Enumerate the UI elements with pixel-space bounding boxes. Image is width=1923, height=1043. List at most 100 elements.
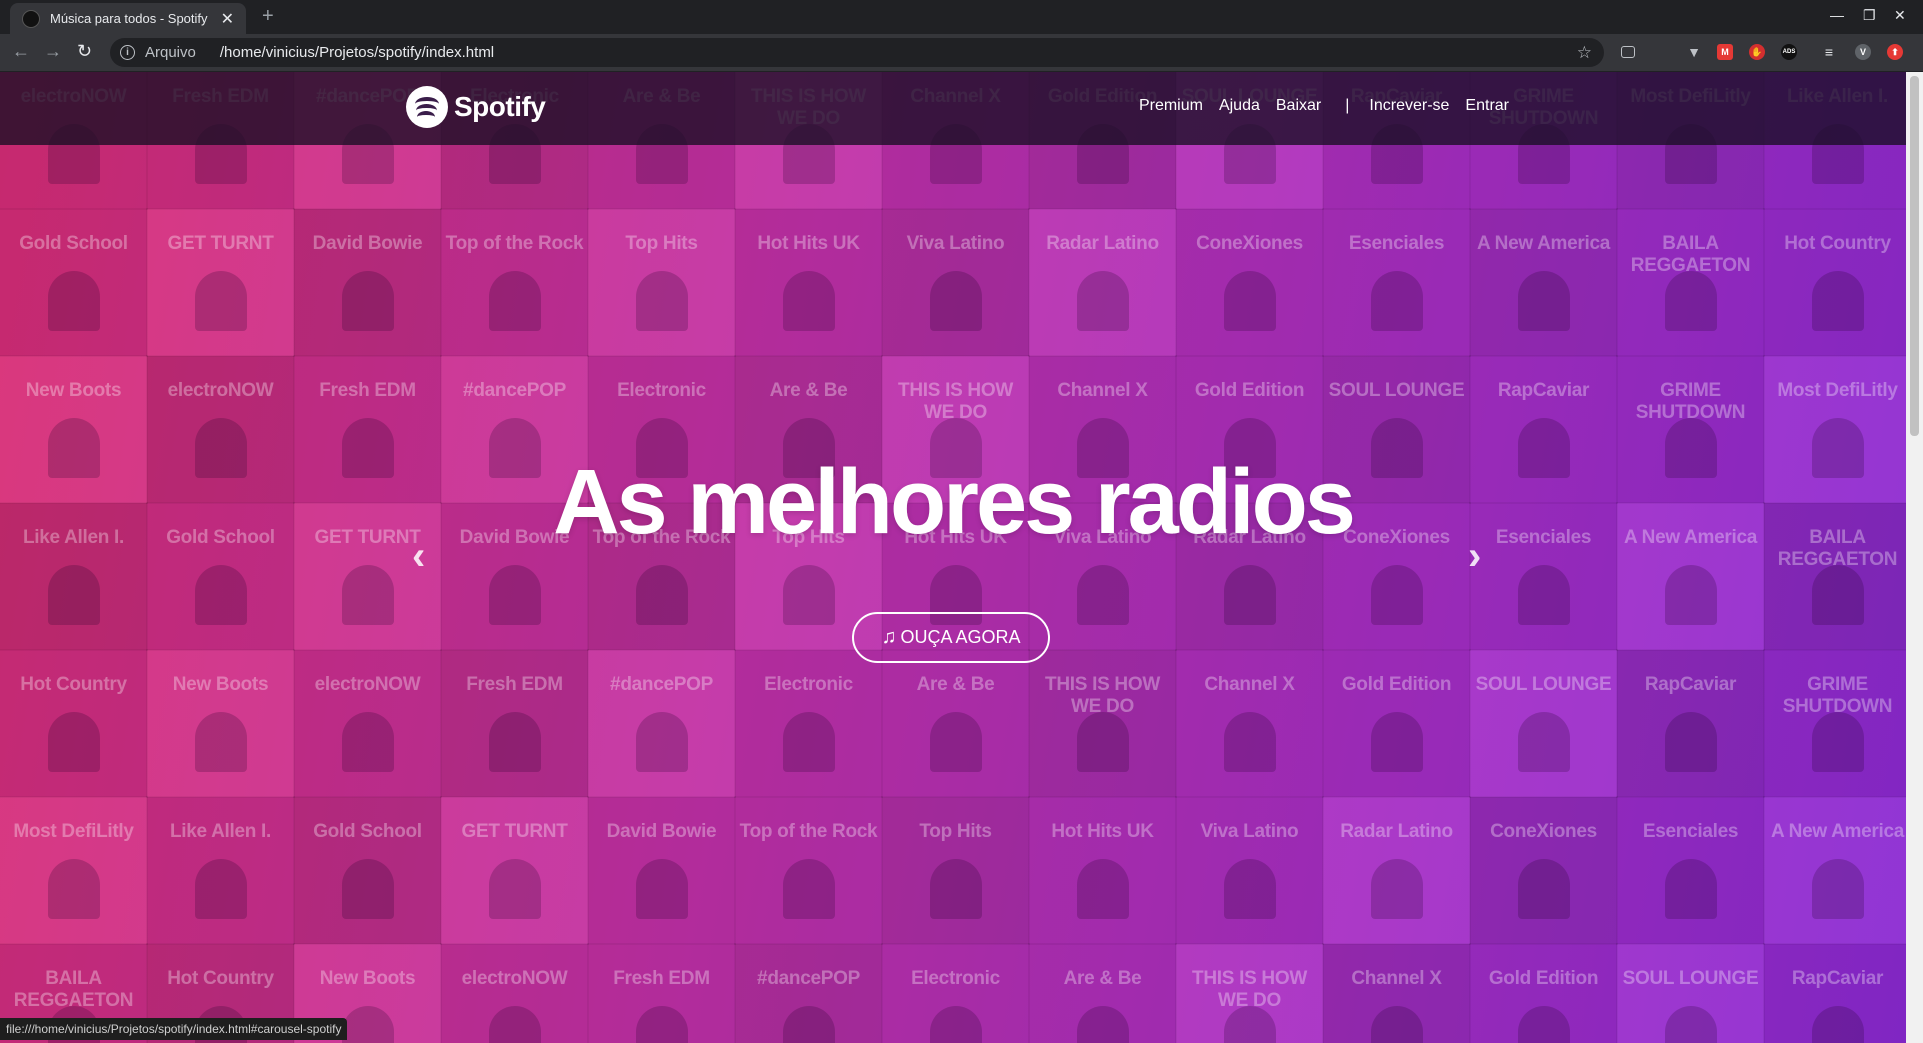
artist-silhouette	[342, 565, 394, 625]
artist-silhouette	[489, 271, 541, 331]
url-text[interactable]: /home/vinicius/Projetos/spotify/index.ht…	[220, 44, 1577, 61]
artist-silhouette	[1077, 859, 1129, 919]
playlist-tile-label: A New America	[1770, 821, 1905, 842]
artist-silhouette	[636, 565, 688, 625]
artist-silhouette	[195, 712, 247, 772]
playlist-tile: Gold School	[0, 208, 148, 357]
artist-silhouette	[48, 712, 100, 772]
artist-silhouette	[1077, 565, 1129, 625]
playlist-tile: Fresh EDM	[587, 943, 736, 1043]
playlist-tile-label: GRIME SHUTDOWN	[1635, 380, 1746, 423]
playlist-tile-label: Like Allen I.	[170, 821, 271, 842]
playlist-tile-label: Esenciales	[1348, 233, 1445, 254]
playlist-tile-label: Hot Country	[1784, 233, 1891, 254]
artist-silhouette	[1665, 712, 1717, 772]
nav-download-link[interactable]: Baixar	[1276, 97, 1321, 115]
playlist-tile-label: Hot Country	[20, 674, 127, 695]
artist-silhouette	[1224, 565, 1276, 625]
playlist-tile-label: Gold Edition	[1341, 674, 1452, 695]
artist-silhouette	[489, 712, 541, 772]
playlist-tile-label: Top of the Rock	[739, 821, 878, 842]
info-icon[interactable]: i	[120, 45, 135, 60]
playlist-mosaic-background: electroNOW Fresh EDM #dancePOP Electronic Ar…	[0, 72, 1906, 1043]
playlist-tile-label: Electronic	[911, 968, 1000, 989]
playlist-tile-label: Esenciales	[1642, 821, 1739, 842]
new-tab-button[interactable]: +	[262, 5, 274, 28]
playlist-tile-label: GRIME SHUTDOWN	[1782, 674, 1893, 717]
artist-silhouette	[342, 271, 394, 331]
playlist-tile: Channel X	[1175, 649, 1324, 798]
artist-silhouette	[1518, 859, 1570, 919]
nav-signup-link[interactable]: Increver-se	[1369, 97, 1449, 115]
browser-tab[interactable]: Música para todos - Spotify ✕	[10, 3, 246, 34]
adblock-extension-icon[interactable]: ✋	[1749, 44, 1765, 60]
close-window-icon[interactable]: ✕	[1894, 7, 1906, 24]
nav-help-link[interactable]: Ajuda	[1219, 97, 1260, 115]
playlist-tile-label: Fresh EDM	[466, 674, 563, 695]
playlist-tile: Top Hits	[587, 208, 736, 357]
playlist-tile-label: Hot Hits UK	[757, 233, 860, 254]
artist-silhouette	[48, 859, 100, 919]
playlist-tile: electroNOW	[293, 649, 442, 798]
close-tab-icon[interactable]: ✕	[221, 9, 234, 29]
nav-separator: |	[1345, 97, 1350, 114]
address-bar[interactable]: i Arquivo /home/vinicius/Projetos/spotif…	[110, 38, 1604, 67]
artist-silhouette	[1665, 565, 1717, 625]
playlist-tile-label: BAILA REGGAETON	[1630, 233, 1751, 276]
back-arrow-icon[interactable]: ←	[12, 41, 30, 62]
artist-silhouette	[489, 1006, 541, 1043]
playlist-tile-label: Are & Be	[769, 380, 848, 401]
cast-icon[interactable]	[1621, 46, 1635, 58]
playlist-tile: RapCaviar	[1763, 943, 1906, 1043]
artist-silhouette	[1077, 712, 1129, 772]
forward-arrow-icon[interactable]: →	[44, 41, 62, 62]
playlist-tile-label: RapCaviar	[1791, 968, 1884, 989]
ads-extension-icon[interactable]: ADS	[1781, 44, 1797, 60]
media-control-icon[interactable]: ≡	[1821, 44, 1837, 60]
playlist-tile-label: Radar Latino	[1340, 821, 1453, 842]
artist-silhouette	[1224, 271, 1276, 331]
listen-now-button[interactable]: ♫ OUÇA AGORA	[852, 612, 1050, 663]
minimize-window-icon[interactable]: —	[1830, 7, 1844, 23]
bookmark-star-icon[interactable]: ☆	[1577, 43, 1592, 63]
artist-silhouette	[783, 1006, 835, 1043]
playlist-tile: Hot Hits UK	[734, 208, 883, 357]
mega-extension-icon[interactable]: M	[1717, 44, 1733, 60]
artist-silhouette	[1518, 712, 1570, 772]
playlist-tile-label: THIS IS HOW WE DO	[1192, 968, 1307, 1011]
artist-silhouette	[342, 859, 394, 919]
page-scrollbar[interactable]	[1906, 72, 1923, 1043]
playlist-tile: Electronic	[734, 649, 883, 798]
scrollbar-thumb[interactable]	[1910, 76, 1919, 436]
restore-window-icon[interactable]: ❐	[1863, 7, 1876, 24]
artist-silhouette	[1665, 859, 1717, 919]
artist-silhouette	[1077, 271, 1129, 331]
playlist-tile-label: THIS IS HOW WE DO	[898, 380, 1013, 423]
music-note-icon: ♫	[881, 626, 897, 648]
vuejs-extension-icon[interactable]: ▼	[1686, 44, 1702, 60]
reload-icon[interactable]: ↻	[77, 41, 92, 62]
artist-silhouette	[195, 859, 247, 919]
playlist-tile-label: Are & Be	[916, 674, 995, 695]
nav-login-link[interactable]: Entrar	[1465, 97, 1509, 115]
spotify-logo[interactable]: Spotify	[406, 86, 546, 128]
hero-headline: As melhores radios	[553, 451, 1356, 553]
update-icon[interactable]: ⬆	[1887, 44, 1903, 60]
playlist-tile-label: SOUL LOUNGE	[1475, 674, 1612, 695]
artist-silhouette	[1371, 859, 1423, 919]
playlist-tile-label: Channel X	[1057, 380, 1148, 401]
profile-avatar[interactable]: V	[1855, 44, 1871, 60]
playlist-tile: #dancePOP	[734, 943, 883, 1043]
playlist-tile-label: Gold School	[313, 821, 422, 842]
playlist-tile-label: Top Hits	[919, 821, 992, 842]
artist-silhouette	[195, 271, 247, 331]
playlist-tile: Gold Edition	[1322, 649, 1471, 798]
playlist-tile-label: Fresh EDM	[613, 968, 710, 989]
playlist-tile: David Bowie	[587, 796, 736, 945]
playlist-tile-label: electroNOW	[167, 380, 274, 401]
nav-premium-link[interactable]: Premium	[1139, 97, 1203, 115]
playlist-tile: Gold School	[293, 796, 442, 945]
playlist-tile-label: Radar Latino	[1046, 233, 1159, 254]
artist-silhouette	[342, 712, 394, 772]
artist-silhouette	[636, 271, 688, 331]
